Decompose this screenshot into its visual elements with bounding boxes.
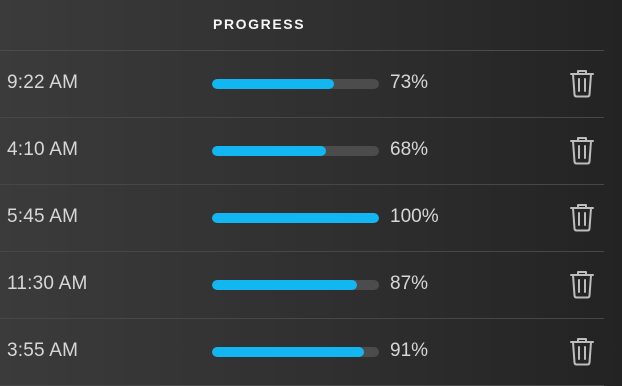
list-item: 9:22 AM 73% [0, 51, 604, 118]
trash-icon[interactable] [569, 135, 595, 165]
progress-percent: 91% [390, 340, 429, 361]
progress-bar-fill [212, 347, 364, 357]
progress-bar-fill [212, 79, 334, 89]
list-item: 3:55 AM 91% [0, 319, 604, 386]
progress-bar-fill [212, 280, 358, 290]
time-label: 3:55 AM [7, 340, 79, 361]
trash-icon[interactable] [569, 336, 595, 366]
progress-bar [212, 213, 379, 223]
time-label: 11:30 AM [7, 273, 88, 294]
progress-bar-fill [212, 146, 326, 156]
progress-percent: 100% [390, 206, 439, 227]
list-item: 5:45 AM 100% [0, 185, 604, 252]
progress-column-header: PROGRESS [213, 16, 306, 32]
progress-percent: 73% [390, 72, 429, 93]
list-item: 4:10 AM 68% [0, 118, 604, 185]
progress-bar [212, 146, 379, 156]
progress-bar-fill [212, 213, 379, 223]
progress-percent: 87% [390, 273, 429, 294]
list-item: 11:30 AM 87% [0, 252, 604, 319]
trash-icon[interactable] [569, 269, 595, 299]
trash-icon[interactable] [569, 68, 595, 98]
time-label: 9:22 AM [7, 72, 79, 93]
time-label: 5:45 AM [7, 206, 79, 227]
progress-list: 9:22 AM 73% 4:10 AM 68% 5:45 AM 100% 11:… [0, 51, 604, 386]
progress-bar [212, 79, 379, 89]
time-label: 4:10 AM [7, 139, 79, 160]
progress-bar [212, 347, 379, 357]
progress-bar [212, 280, 379, 290]
progress-percent: 68% [390, 139, 429, 160]
table-header: PROGRESS [0, 0, 604, 51]
trash-icon[interactable] [569, 202, 595, 232]
